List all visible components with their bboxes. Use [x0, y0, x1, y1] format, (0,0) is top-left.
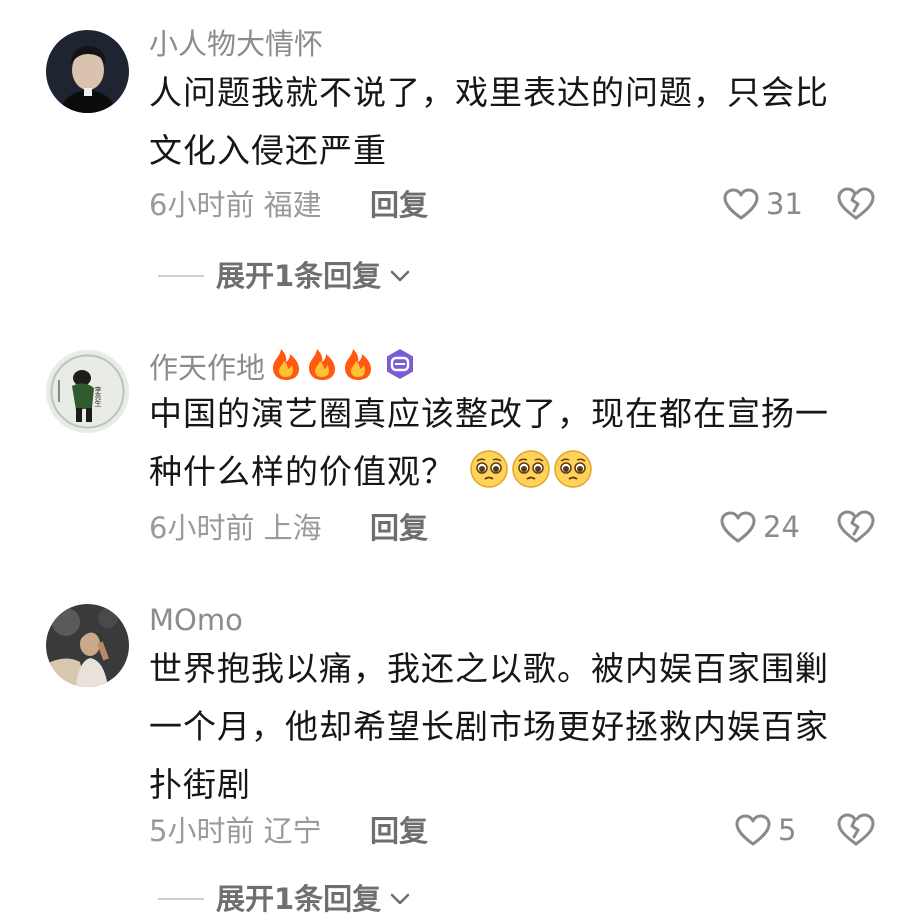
username-text[interactable]: MOmo [149, 602, 243, 638]
like-count: 24 [763, 510, 800, 544]
heart-icon [735, 814, 771, 846]
comment-line-text: 种什么样的价值观？ [149, 452, 455, 491]
comment-meta: 6小时前 上海 [149, 510, 322, 546]
pleading-face-icon [553, 449, 593, 507]
chevron-down-icon [390, 893, 410, 905]
heart-icon [720, 511, 756, 543]
like-count: 5 [778, 813, 797, 847]
comment-text: 人问题我就不说了，戏里表达的问题，只会比 文化入侵还严重 [149, 64, 879, 180]
divider-line [158, 898, 204, 900]
username[interactable]: 作天作地 [149, 346, 417, 390]
expand-replies-button[interactable]: 展开1条回复 [158, 881, 411, 917]
like-button[interactable]: 5 [734, 812, 796, 848]
pleading-face-icon [469, 449, 509, 507]
timestamp: 5小时前 [149, 814, 255, 848]
comment-meta: 6小时前 福建 [149, 187, 322, 223]
comment-line: 一个月，他却希望长剧市场更好拯救内娱百家 [149, 707, 829, 746]
expand-replies-button[interactable]: 展开1条回复 [158, 258, 411, 294]
like-button[interactable]: 24 [719, 509, 800, 545]
broken-heart-icon [837, 510, 875, 543]
comment-text: 世界抱我以痛，我还之以歌。被内娱百家围剿 一个月，他却希望长剧市场更好拯救内娱百… [149, 640, 879, 814]
fire-icon [305, 346, 339, 390]
comment-meta: 5小时前 辽宁 [149, 813, 322, 849]
comment-line: 种什么样的价值观？ [149, 443, 879, 507]
like-button[interactable]: 31 [722, 186, 803, 222]
pleading-face-icon [511, 449, 551, 507]
location: 福建 [263, 188, 322, 222]
like-count: 31 [766, 187, 803, 221]
broken-heart-icon [837, 187, 875, 220]
broken-heart-icon [837, 813, 875, 846]
comment-line: 世界抱我以痛，我还之以歌。被内娱百家围剿 [149, 649, 829, 688]
username-text[interactable]: 小人物大情怀 [149, 26, 323, 62]
chevron-down-icon [390, 270, 410, 282]
reply-button[interactable]: 回复 [370, 510, 428, 546]
expand-replies-label: 展开1条回复 [216, 882, 382, 916]
comment-line: 扑街剧 [149, 765, 251, 804]
avatar[interactable] [46, 30, 129, 113]
comment-text: 中国的演艺圈真应该整改了，现在都在宣扬一 种什么样的价值观？ [149, 385, 879, 507]
location: 辽宁 [263, 814, 322, 848]
avatar[interactable]: 李亮生 [46, 350, 129, 433]
comment-line: 中国的演艺圈真应该整改了，现在都在宣扬一 [149, 394, 829, 433]
comment-line: 人问题我就不说了，戏里表达的问题，只会比 [149, 73, 829, 112]
timestamp: 6小时前 [149, 188, 255, 222]
purple-badge-icon [383, 347, 417, 389]
divider-line [158, 275, 204, 277]
dislike-button[interactable] [836, 186, 876, 224]
avatar[interactable] [46, 604, 129, 687]
timestamp: 6小时前 [149, 511, 255, 545]
username-text[interactable]: 作天作地 [149, 350, 265, 386]
location: 上海 [263, 511, 322, 545]
fire-icon [341, 346, 375, 390]
username[interactable]: MOmo [149, 602, 243, 638]
dislike-button[interactable] [836, 509, 876, 547]
reply-button[interactable]: 回复 [370, 187, 428, 223]
reply-button[interactable]: 回复 [370, 813, 428, 849]
heart-icon [723, 188, 759, 220]
comment-line: 文化入侵还严重 [149, 131, 387, 170]
username[interactable]: 小人物大情怀 [149, 26, 323, 62]
fire-icon [269, 346, 303, 390]
avatar-text: 李亮生 [94, 385, 102, 407]
dislike-button[interactable] [836, 812, 876, 850]
expand-replies-label: 展开1条回复 [216, 259, 382, 293]
